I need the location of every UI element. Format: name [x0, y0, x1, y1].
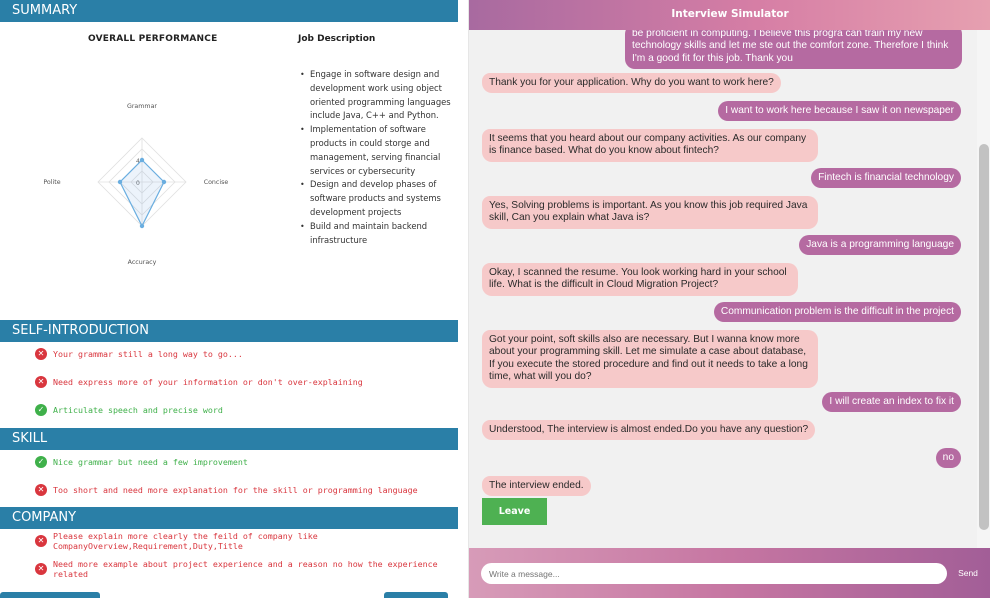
- check-circle-icon: ✓: [35, 404, 47, 416]
- user-message: I will create an index to fix it: [822, 392, 961, 413]
- feedback-item: ✕ Need express more of your information …: [35, 375, 363, 389]
- job-description-item: Design and develop phases of software pr…: [300, 178, 458, 219]
- performance-radar-chart: 40GrammarConciseAccuracyPolite: [43, 103, 229, 266]
- leave-button[interactable]: Leave: [482, 498, 547, 525]
- chat-messages: be proficient in computing. I believe th…: [469, 30, 977, 548]
- job-description-title: Job Description: [298, 34, 376, 44]
- bot-message: The interview ended.: [482, 476, 591, 497]
- job-description-item: Engage in software design and developmen…: [300, 68, 458, 123]
- x-circle-icon: ✕: [35, 563, 47, 575]
- radar-data-point: [139, 157, 145, 163]
- bot-message: Thank you for your application. Why do y…: [482, 73, 781, 94]
- job-description-item: Implementation of software products in c…: [300, 123, 458, 178]
- radar-axis-label: Concise: [204, 179, 229, 186]
- radar-data-point: [139, 223, 145, 229]
- summary-header: SUMMARY: [0, 0, 458, 22]
- check-circle-icon: ✓: [35, 456, 47, 468]
- chat-title: Interview Simulator: [469, 0, 990, 30]
- x-circle-icon: ✕: [35, 484, 47, 496]
- feedback-text: Need more example about project experien…: [53, 559, 438, 579]
- bot-message: Yes, Solving problems is important. As y…: [482, 196, 818, 229]
- user-message: I want to work here because I saw it on …: [718, 101, 961, 122]
- user-message: be proficient in computing. I believe th…: [625, 30, 962, 70]
- job-description-list: Engage in software design and developmen…: [300, 68, 458, 247]
- summary-bottom-button-right[interactable]: [384, 592, 448, 598]
- feedback-item: ✕ Need more example about project experi…: [35, 559, 458, 579]
- feedback-item: ✓ Nice grammar but need a few improvemen…: [35, 455, 248, 469]
- self-introduction-header: SELF-INTRODUCTION: [0, 320, 458, 342]
- bot-message: It seems that you heard about our compan…: [482, 129, 818, 162]
- chat-panel: Interview Simulator be proficient in com…: [468, 0, 990, 598]
- feedback-text: Nice grammar but need a few improvement: [53, 457, 248, 467]
- company-header: COMPANY: [0, 507, 458, 529]
- radar-axis-label: Grammar: [127, 103, 157, 110]
- bot-message: Understood, The interview is almost ende…: [482, 420, 816, 441]
- summary-bottom-button-left[interactable]: [0, 592, 100, 598]
- user-message: Communication problem is the difficult i…: [713, 302, 961, 323]
- feedback-text: Articulate speech and precise word: [53, 405, 223, 415]
- chat-scrollbar-thumb[interactable]: [979, 144, 989, 530]
- feedback-item: ✕ Please explain more clearly the feild …: [35, 531, 458, 551]
- skill-header: SKILL: [0, 428, 458, 450]
- user-message: no: [935, 448, 961, 469]
- feedback-item: ✕ Your grammar still a long way to go...: [35, 347, 243, 361]
- feedback-text: Too short and need more explanation for …: [53, 485, 418, 495]
- message-input[interactable]: [481, 563, 947, 584]
- x-circle-icon: ✕: [35, 535, 47, 547]
- feedback-text: Please explain more clearly the feild of…: [53, 531, 318, 551]
- panel-divider: [458, 0, 468, 598]
- user-message: Fintech is financial technology: [811, 168, 961, 189]
- radar-data-point: [161, 179, 167, 185]
- summary-panel: SUMMARY OVERALL PERFORMANCE Job Descript…: [0, 0, 458, 598]
- message-composer: Send: [469, 548, 990, 598]
- job-description-item: Build and maintain backend infrastructur…: [300, 220, 458, 248]
- feedback-text: Your grammar still a long way to go...: [53, 349, 243, 359]
- bot-message: Got your point, soft skills also are nec…: [482, 330, 818, 388]
- radar-axis-label: Polite: [43, 179, 60, 186]
- bot-message: Okay, I scanned the resume. You look wor…: [482, 263, 798, 296]
- radar-axis-label: Accuracy: [128, 259, 157, 266]
- radar-data-polygon: [119, 159, 165, 228]
- feedback-item: ✕ Too short and need more explanation fo…: [35, 483, 418, 497]
- x-circle-icon: ✕: [35, 348, 47, 360]
- x-circle-icon: ✕: [35, 376, 47, 388]
- radar-data-point: [117, 179, 123, 185]
- user-message: Java is a programming language: [799, 235, 961, 256]
- overall-performance-title: OVERALL PERFORMANCE: [88, 34, 218, 44]
- send-button[interactable]: Send: [953, 563, 983, 584]
- feedback-item: ✓ Articulate speech and precise word: [35, 403, 223, 417]
- feedback-text: Need express more of your information or…: [53, 377, 363, 387]
